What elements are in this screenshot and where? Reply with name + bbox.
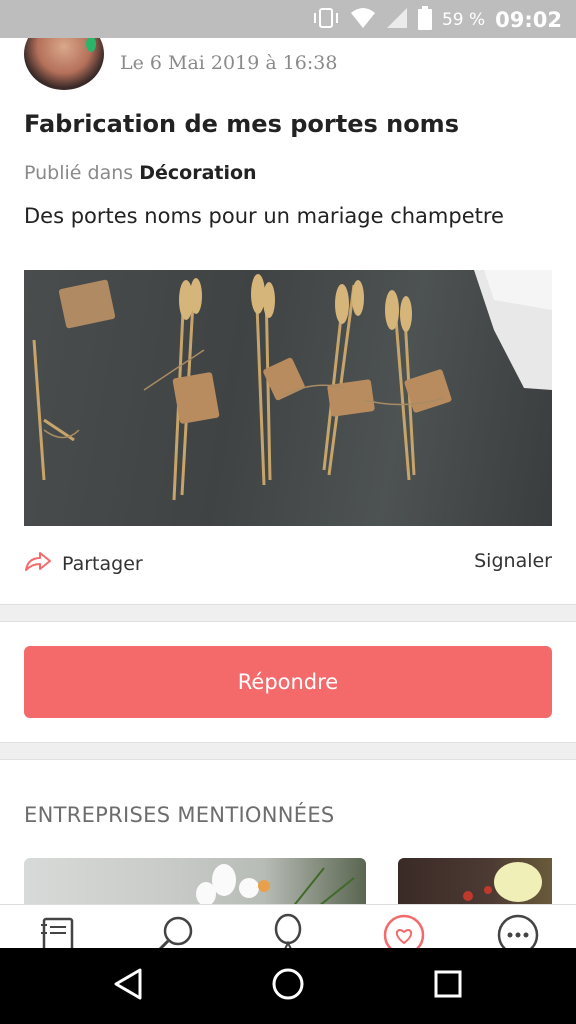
- tab-bar: [0, 904, 576, 948]
- mentioned-companies-title: ENTREPRISES MENTIONNÉES: [24, 803, 335, 827]
- tab-favorites[interactable]: [382, 913, 426, 948]
- category-link[interactable]: Décoration: [139, 162, 256, 184]
- signal-icon: [386, 7, 408, 33]
- nav-back[interactable]: [108, 966, 148, 1006]
- share-label: Partager: [62, 552, 143, 575]
- published-prefix: Publié dans: [24, 162, 134, 184]
- post-content[interactable]: Le 6 Mai 2019 à 16:38 Fabrication de mes…: [0, 38, 576, 904]
- share-button[interactable]: Partager: [24, 550, 143, 577]
- tab-balloon[interactable]: [266, 913, 310, 948]
- system-nav-bar: [0, 948, 576, 1024]
- post-date: Le 6 Mai 2019 à 16:38: [120, 52, 338, 74]
- wifi-icon: [350, 7, 376, 33]
- tab-notebook[interactable]: [36, 913, 80, 948]
- heart-icon: [382, 913, 426, 948]
- published-in: Publié dans Décoration: [24, 162, 257, 184]
- share-icon: [24, 550, 52, 577]
- company-card[interactable]: [24, 858, 366, 904]
- post-photo[interactable]: [24, 270, 552, 526]
- more-icon: [496, 913, 540, 948]
- nav-home[interactable]: [268, 966, 308, 1006]
- tab-more[interactable]: [496, 913, 540, 948]
- post-title: Fabrication de mes portes noms: [24, 110, 459, 138]
- nav-recents[interactable]: [428, 966, 468, 1006]
- post-description: Des portes noms pour un mariage champetr…: [24, 204, 504, 228]
- reply-button[interactable]: Répondre: [24, 646, 552, 718]
- recents-icon: [433, 969, 463, 1003]
- search-icon: [156, 913, 196, 948]
- status-icons: 59 % 09:02: [312, 6, 562, 34]
- back-icon: [112, 967, 144, 1005]
- vibrate-icon: [312, 7, 340, 33]
- company-card[interactable]: [398, 858, 552, 904]
- clock: 09:02: [495, 8, 562, 32]
- battery-icon: [417, 6, 432, 34]
- balloon-icon: [268, 913, 308, 948]
- home-icon: [271, 967, 305, 1005]
- status-bar: 59 % 09:02: [0, 0, 576, 38]
- divider: [0, 604, 576, 622]
- report-button[interactable]: Signaler: [474, 550, 552, 572]
- tab-search[interactable]: [154, 913, 198, 948]
- divider: [0, 742, 576, 760]
- post-actions: Partager Signaler: [24, 550, 552, 578]
- battery-percentage: 59 %: [441, 10, 486, 30]
- notebook-icon: [38, 913, 78, 948]
- avatar[interactable]: [24, 38, 104, 90]
